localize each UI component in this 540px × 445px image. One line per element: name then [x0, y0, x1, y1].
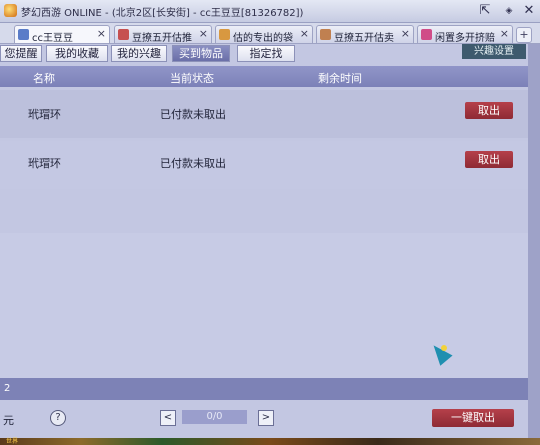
close-tab-icon[interactable]: × [300, 27, 309, 40]
tab-2[interactable]: 豆撩五开估推 × [114, 25, 212, 43]
subtab-favorites[interactable]: 我的收藏 [46, 45, 108, 62]
table-header: 名称 当前状态 剩余时间 [0, 66, 528, 87]
bottom-toolbar: 元 ? < 0/0 > 一键取出 [0, 400, 528, 438]
tab-label: 估的专出的袋 [233, 33, 293, 43]
window-title: 梦幻西游 ONLINE - (北京2区[长安街] - cc王豆豆[8132678… [21, 8, 304, 19]
item-status: 已付款未取出 [160, 108, 226, 121]
table-row: 玳瑁环 已付款未取出 取出 [0, 141, 528, 189]
character-avatar-icon [320, 29, 331, 40]
tab-5[interactable]: 闲置多开挤赔 × [417, 25, 513, 43]
header-remaining: 剩余时间 [318, 72, 362, 85]
take-all-button[interactable]: 一键取出 [432, 409, 514, 427]
tab-4[interactable]: 豆撩五开估卖 × [316, 25, 414, 43]
footer-band: 2 [0, 378, 528, 400]
header-name: 名称 [33, 72, 55, 85]
new-tab-button[interactable]: + [516, 27, 532, 43]
item-name: 玳瑁环 [28, 157, 61, 170]
tab-label: cc王豆豆 [32, 33, 73, 43]
page-indicator: 0/0 [182, 410, 247, 424]
take-out-button[interactable]: 取出 [465, 102, 513, 119]
interest-settings-button[interactable]: 兴趣设置 [462, 44, 526, 59]
character-avatar-icon [18, 29, 29, 40]
tab-3[interactable]: 估的专出的袋 × [215, 25, 313, 43]
app-logo-icon [4, 4, 17, 17]
character-avatar-icon [118, 29, 129, 40]
close-icon[interactable]: ✕ [520, 2, 538, 20]
tab-label: 闲置多开挤赔 [435, 33, 495, 43]
game-cursor-tip [441, 345, 447, 351]
tab-cc-wangdoudou[interactable]: cc王豆豆 × [14, 25, 110, 43]
table-row: 玳瑁环 已付款未取出 取出 [0, 90, 528, 138]
tab-label: 豆撩五开估卖 [334, 33, 394, 43]
close-tab-icon[interactable]: × [97, 27, 106, 40]
trade-panel: 您提醒 我的收藏 我的兴趣 买到物品 指定找 兴趣设置 名称 当前状态 剩余时间… [0, 44, 528, 438]
item-status: 已付款未取出 [160, 157, 226, 170]
close-tab-icon[interactable]: × [500, 27, 509, 40]
currency-unit: 元 [3, 414, 14, 427]
header-status: 当前状态 [170, 72, 214, 85]
game-taskbar: 世界 [0, 438, 540, 445]
window-title-bar: 梦幻西游 ONLINE - (北京2区[长安街] - cc王豆豆[8132678… [0, 0, 540, 23]
tab-bar: cc王豆豆 × 豆撩五开估推 × 估的专出的袋 × 豆撩五开估卖 × 闲置多开挤… [0, 23, 540, 44]
item-count: 2 [4, 383, 11, 394]
subtab-reminder[interactable]: 您提醒 [0, 45, 42, 62]
subtab-interests[interactable]: 我的兴趣 [111, 45, 167, 62]
next-page-button[interactable]: > [258, 410, 274, 426]
window-right-edge [528, 44, 540, 438]
character-avatar-icon [219, 29, 230, 40]
pin-icon[interactable]: ⇱ [476, 2, 494, 20]
prev-page-button[interactable]: < [160, 410, 176, 426]
character-avatar-icon [421, 29, 432, 40]
take-out-button[interactable]: 取出 [465, 151, 513, 168]
subtab-purchased[interactable]: 买到物品 [172, 45, 230, 62]
lock-icon[interactable]: ◈ [500, 2, 518, 20]
help-icon[interactable]: ? [50, 410, 66, 426]
close-tab-icon[interactable]: × [199, 27, 208, 40]
tab-label: 豆撩五开估推 [132, 33, 192, 43]
subtab-search[interactable]: 指定找 [237, 45, 295, 62]
close-tab-icon[interactable]: × [401, 27, 410, 40]
world-channel-label[interactable]: 世界 [6, 438, 18, 445]
item-name: 玳瑁环 [28, 108, 61, 121]
